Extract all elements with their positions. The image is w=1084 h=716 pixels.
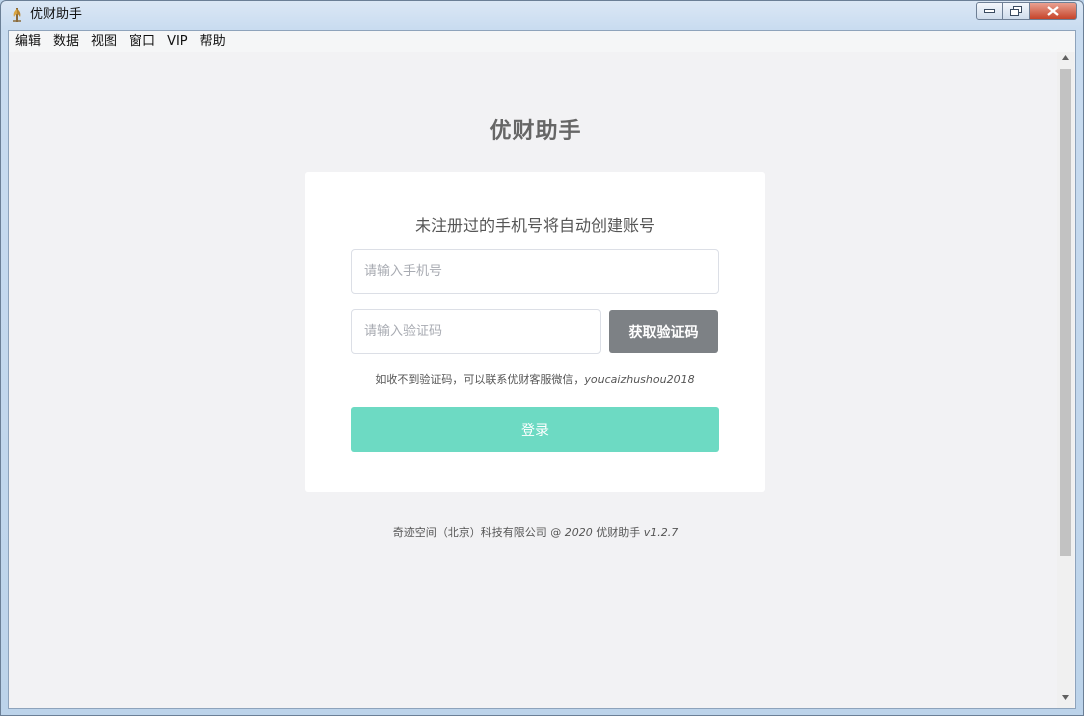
menu-vip[interactable]: VIP <box>161 31 194 52</box>
window-title: 优财助手 <box>30 7 82 23</box>
close-icon <box>1047 6 1059 16</box>
footer-version: v1.2.7 <box>644 526 679 539</box>
menu-edit[interactable]: 编辑 <box>9 31 47 52</box>
minimize-button[interactable] <box>976 2 1003 20</box>
footer: 奇迹空间（北京）科技有限公司 @ 2020 优财助手 v1.2.7 <box>9 524 1062 540</box>
footer-company: 奇迹空间（北京）科技有限公司 @ <box>393 526 565 539</box>
code-hint: 如收不到验证码，可以联系优财客服微信，youcaizhushou2018 <box>305 371 765 387</box>
maximize-button[interactable] <box>1003 2 1030 20</box>
menu-help[interactable]: 帮助 <box>194 31 232 52</box>
code-hint-text: 如收不到验证码，可以联系优财客服微信， <box>375 373 584 386</box>
scroll-thumb[interactable] <box>1060 69 1071 556</box>
restore-icon <box>1010 6 1022 16</box>
get-code-button[interactable]: 获取验证码 <box>609 310 718 353</box>
vertical-scrollbar[interactable] <box>1057 52 1074 708</box>
app-window: 优财助手 编辑 数据 视图 窗口 VIP 帮助 优财助手 <box>0 0 1084 716</box>
title-bar[interactable]: 优财助手 <box>1 1 1083 30</box>
wechat-id: youcaizhushou2018 <box>584 373 694 386</box>
footer-year: 2020 <box>565 526 593 539</box>
scroll-down-arrow[interactable] <box>1057 695 1074 705</box>
page-title: 优财助手 <box>9 113 1062 145</box>
scroll-up-arrow[interactable] <box>1057 55 1074 65</box>
login-button[interactable]: 登录 <box>351 407 719 452</box>
close-button[interactable] <box>1030 2 1077 20</box>
phone-input[interactable] <box>351 249 719 294</box>
client-area: 编辑 数据 视图 窗口 VIP 帮助 优财助手 未注册过的手机号将自动创建账号 … <box>8 30 1076 709</box>
login-subtitle: 未注册过的手机号将自动创建账号 <box>305 212 765 236</box>
login-card: 未注册过的手机号将自动创建账号 获取验证码 如收不到验证码，可以联系优财客服微信… <box>305 172 765 492</box>
menu-view[interactable]: 视图 <box>85 31 123 52</box>
app-logo-icon <box>9 7 25 23</box>
footer-product: 优财助手 <box>593 526 644 539</box>
arrow-up-icon <box>1062 55 1069 60</box>
arrow-down-icon <box>1062 695 1069 700</box>
verification-code-input[interactable] <box>351 309 601 354</box>
menu-data[interactable]: 数据 <box>47 31 85 52</box>
menu-window[interactable]: 窗口 <box>123 31 161 52</box>
menu-bar: 编辑 数据 视图 窗口 VIP 帮助 <box>9 31 1075 52</box>
minimize-icon <box>984 9 995 13</box>
